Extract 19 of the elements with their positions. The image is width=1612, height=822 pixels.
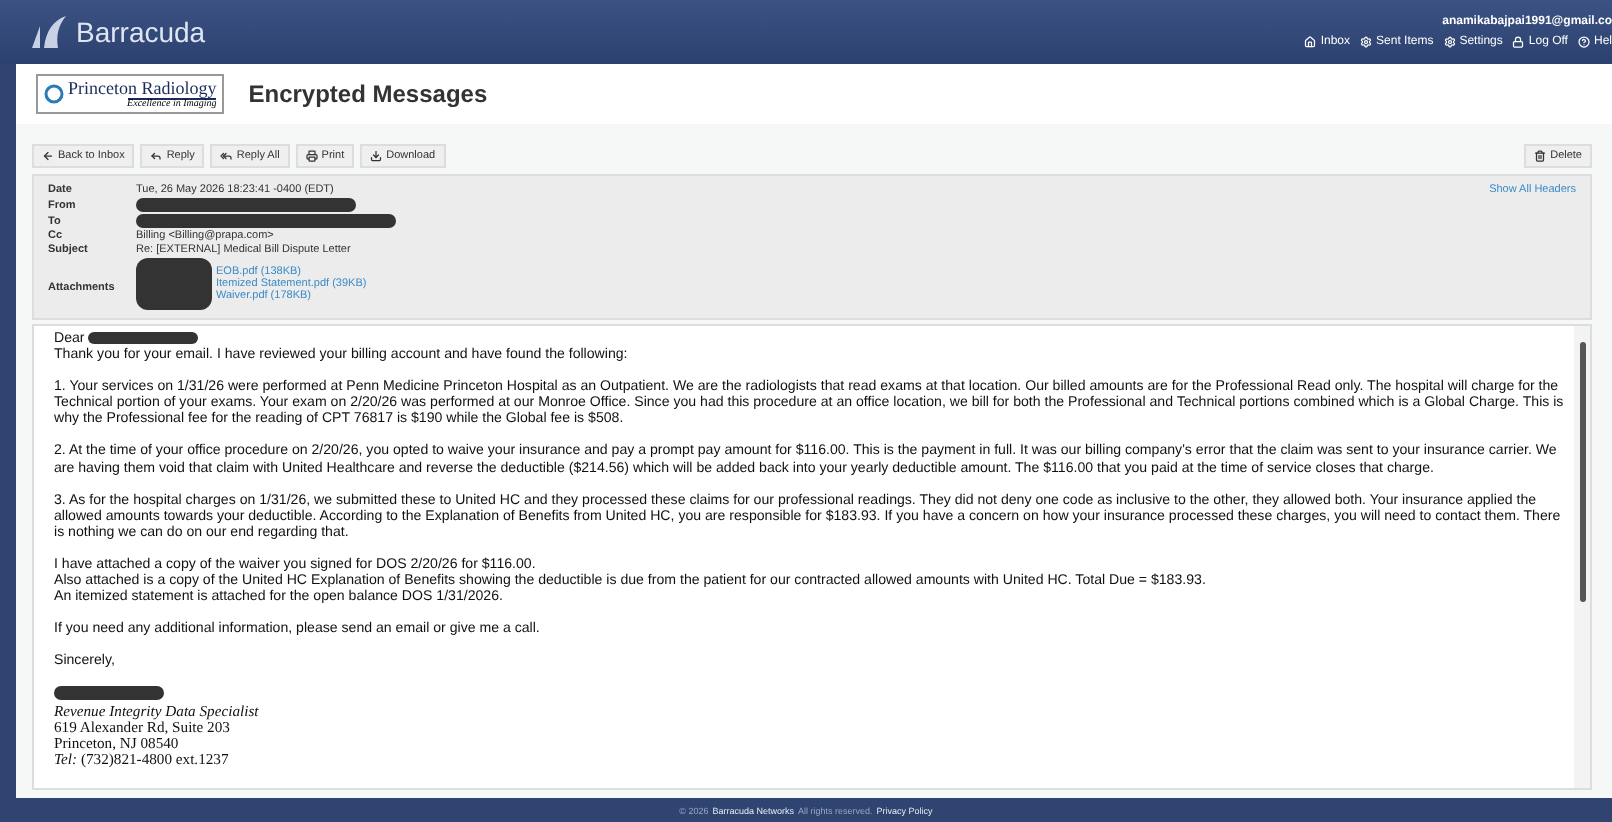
trash-icon <box>1534 150 1547 162</box>
gear-icon <box>1360 36 1373 48</box>
arrow-left-icon <box>42 150 54 162</box>
download-icon <box>370 150 383 162</box>
help-icon <box>1577 36 1590 48</box>
brand-name: Barracuda <box>76 16 206 48</box>
printer-icon <box>305 150 318 162</box>
gear-icon <box>1443 36 1456 48</box>
scrollbar[interactable] <box>1574 326 1590 788</box>
reply-all-icon <box>220 150 233 162</box>
reply-icon <box>150 150 163 162</box>
home-icon <box>1304 36 1317 48</box>
page-title: Encrypted Messages <box>248 80 488 108</box>
ring-logo-icon <box>44 84 64 104</box>
redaction-mark <box>88 332 199 345</box>
fin-logo-icon <box>28 14 68 50</box>
redaction-mark <box>136 258 212 310</box>
redaction-mark <box>54 686 164 701</box>
lock-icon <box>1512 36 1525 48</box>
